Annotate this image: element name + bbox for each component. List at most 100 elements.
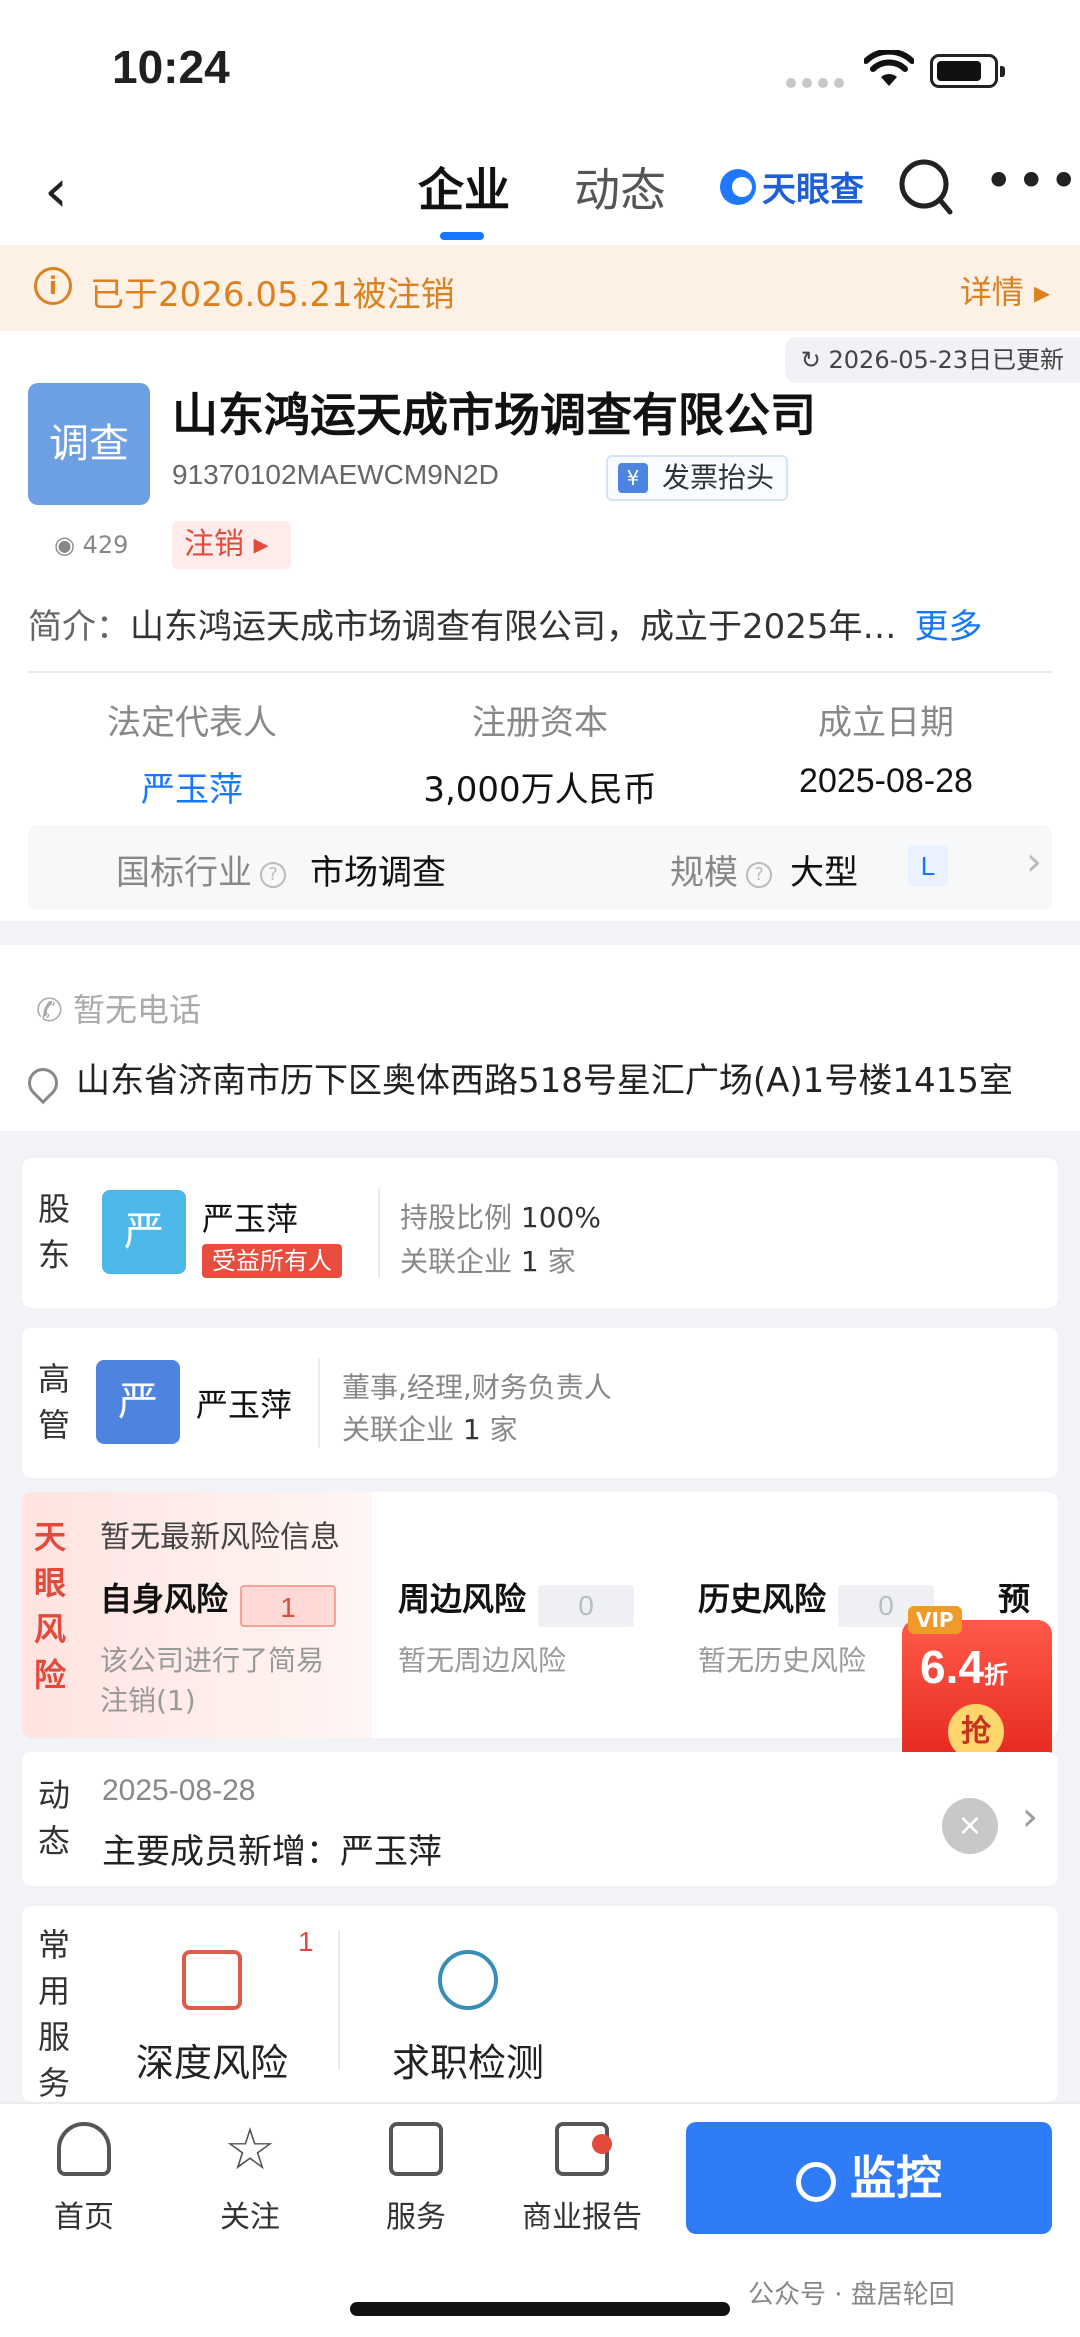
legal-rep-link[interactable]: 严玉萍 [22,762,362,811]
risk-label: 天眼风险 [33,1518,66,1694]
industry-value: 市场调查 [310,853,446,893]
brand-name: 天眼查 [762,170,864,210]
notification-dot [592,2134,612,2154]
company-intro: 简介：山东鸿运天成市场调查有限公司，成立于2025年… 更多 [28,599,983,648]
news-card[interactable]: 动态 2025-08-28 主要成员新增：严玉萍 × › [22,1752,1058,1886]
capital-label: 注册资本 [472,703,608,743]
bottom-tab-bar: 首页 ☆ 关注 服务 商业报告 监控 公众号 · 盘居轮回 [0,2102,1080,2337]
services-label: 常用服务 [37,1926,70,2102]
tab-indicator [440,232,484,240]
capital-value: 3,000万人民币 [423,770,657,810]
phone-row: ✆ 暂无电话 [36,991,201,1029]
tab-home[interactable]: 首页 [14,2122,154,2236]
self-risk-desc: 该公司进行了简易注销(1) [100,1643,325,1717]
founded-block: 成立日期 2025-08-28 [716,695,1056,801]
tab-news[interactable]: 动态 [574,154,666,220]
related-companies: 关联企业 1 家 [400,1245,576,1278]
home-indicator[interactable] [350,2302,730,2316]
services-card: 常用服务 1 深度风险 求职检测 [22,1906,1058,2102]
service-label: 深度风险 [135,2041,288,2085]
service-job-check[interactable]: 求职检测 [378,1950,558,2087]
watermark: 公众号 · 盘居轮回 [748,2280,955,2310]
history-risk-name: 历史风险 [698,1580,827,1618]
scale-badge: L [908,845,948,887]
shareholder-card[interactable]: 股东 严 严玉萍 受益所有人 持股比例 100% 关联企业 1 家 [22,1158,1058,1308]
vip-discount: 6.4折 [920,1641,1008,1693]
search-icon[interactable] [898,158,954,218]
industry-row[interactable]: 国标行业? 市场调查 规模? 大型 L › [28,825,1052,909]
executive-card[interactable]: 高管 严 严玉萍 董事,经理,财务负责人 关联企业 1 家 [22,1328,1058,1478]
shareholder-label: 股东 [37,1190,70,1274]
location-pin-icon [21,1061,65,1104]
back-icon[interactable]: ‹ [44,156,68,226]
service-label: 求职检测 [391,2041,544,2085]
around-risk-name: 周边风险 [398,1580,527,1618]
invoice-button[interactable]: ¥ 发票抬头 [606,455,789,501]
help-icon[interactable]: ? [260,861,286,888]
related-companies: 关联企业 1 家 [342,1413,518,1446]
around-risk[interactable]: 周边风险 0 暂无周边风险 [398,1574,635,1681]
company-card: ↻ 2026-05-23日已更新 调查 山东鸿运天成市场调查有限公司 91370… [0,331,1080,921]
intro-more-link[interactable]: 更多 [915,607,983,647]
cancellation-banner[interactable]: i 已于2026.05.21被注销 详情 ▸ [0,245,1080,331]
intro-label: 简介： [28,607,130,647]
self-risk[interactable]: 自身风险 1 该公司进行了简易注销(1) [100,1574,360,1721]
news-date: 2025-08-28 [102,1774,256,1807]
avatar: 严 [102,1190,186,1274]
wifi-icon [864,50,914,86]
chevron-right-icon: › [1026,839,1042,885]
divider [318,1358,320,1448]
more-icon[interactable]: ••• [984,152,1080,210]
tab-label: 首页 [54,2200,114,2235]
company-avatar: 调查 [28,383,150,505]
scale-value: 大型 [790,853,858,893]
vip-discount-badge[interactable]: VIP 6.4折 抢 [902,1606,1054,1766]
credit-code: 91370102MAEWCM9N2D [172,459,499,490]
tab-label: 服务 [386,2200,446,2235]
founded-value: 2025-08-28 [799,762,973,800]
updated-badge[interactable]: ↻ 2026-05-23日已更新 [784,337,1080,383]
self-risk-name: 自身风险 [100,1580,229,1618]
tab-business-report[interactable]: 商业报告 [512,2122,652,2236]
banner-detail-link[interactable]: 详情 ▸ [960,267,1050,313]
monitor-button[interactable]: 监控 [686,2122,1052,2234]
risk-report-icon [182,1950,242,2010]
address-text: 山东省济南市历下区奥体西路518号星汇广场(A)1号楼1415室 [76,1061,1013,1101]
help-icon[interactable]: ? [746,861,772,888]
service-deep-risk[interactable]: 深度风险 [122,1950,302,2087]
capital-block: 注册资本 3,000万人民币 [370,695,710,811]
shareholder-name[interactable]: 严玉萍 [202,1194,298,1240]
history-risk[interactable]: 历史风险 0 暂无历史风险 [698,1574,935,1681]
executive-name[interactable]: 严玉萍 [196,1380,292,1426]
job-check-icon [438,1950,498,2010]
tab-services[interactable]: 服务 [346,2122,486,2236]
status-badge[interactable]: 注销 ▸ [172,521,291,569]
executive-roles: 董事,经理,财务负责人 [342,1371,612,1404]
tab-follow[interactable]: ☆ 关注 [180,2120,320,2236]
info-icon: i [34,267,72,305]
chevron-right-icon: › [1022,1794,1038,1840]
close-icon[interactable]: × [942,1798,998,1854]
home-icon [57,2122,111,2176]
legal-rep-label: 法定代表人 [107,703,277,743]
history-risk-desc: 暂无历史风险 [698,1643,867,1677]
cancellation-text: 已于2026.05.21被注销 [90,275,455,315]
company-name: 山东鸿运天成市场调查有限公司 [172,388,816,442]
brand-logo: 天眼查 [720,162,864,211]
top-nav: ‹ 企业 动态 天眼查 ••• [0,140,1080,245]
news-text: 主要成员新增：严玉萍 [102,1832,442,1872]
tab-enterprise[interactable]: 企业 [418,154,510,220]
divider [28,671,1052,673]
divider [338,1930,340,2070]
holding-ratio: 持股比例 100% [400,1201,601,1234]
monitor-icon [796,2161,836,2202]
grid-icon [389,2122,443,2176]
address-row[interactable]: 山东省济南市历下区奥体西路518号星汇广场(A)1号楼1415室 [21,1053,1013,1104]
scale-label: 规模? [670,845,772,894]
yen-icon: ¥ [618,463,648,493]
beneficial-owner-tag: 受益所有人 [202,1244,342,1278]
tianyancha-icon [720,168,756,205]
founded-label: 成立日期 [818,703,954,743]
view-count: ◉ 429 [54,531,129,559]
avatar: 严 [96,1360,180,1444]
